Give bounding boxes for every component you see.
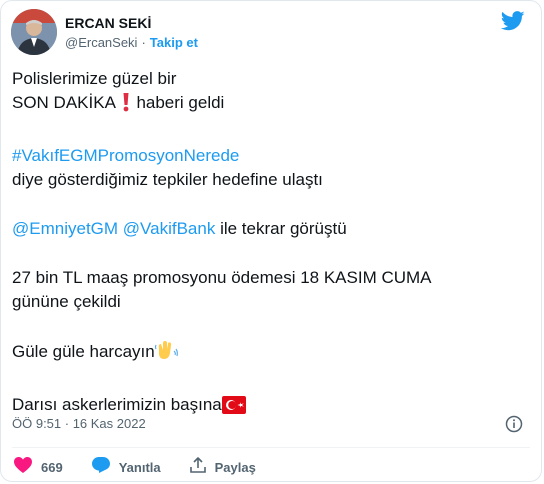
user-handle[interactable]: @ErcanSeki (65, 35, 137, 50)
tweet-actions: 669 Yanıtla Paylaş (13, 456, 284, 479)
tweet-header: ERCAN SEKİ @ErcanSeki · Takip et (11, 9, 531, 57)
share-label: Paylaş (214, 459, 256, 475)
reply-label: Yanıtla (118, 459, 161, 475)
divider (12, 447, 530, 448)
tweet-paragraph-4: 27 bin TL maaş promosyonu ödemesi 18 KAS… (12, 266, 532, 314)
tweet-text-fragment: ile tekrar görüştü (215, 219, 347, 238)
mention-emniyetgm[interactable]: @EmniyetGM (12, 219, 118, 238)
like-count: 669 (41, 459, 63, 475)
handle-row: @ErcanSeki · Takip et (65, 34, 198, 52)
share-icon (189, 456, 207, 479)
tweet-line: Güle güle harcayın (12, 342, 155, 361)
avatar-image (11, 9, 57, 55)
tweet-text: Polislerimize güzel bir SON DAKİKA haber… (12, 67, 532, 421)
tweet-line: diye gösterdiğimiz tepkiler hedefine ula… (12, 170, 323, 189)
tweet-card: ERCAN SEKİ @ErcanSeki · Takip et Polisleri… (0, 0, 542, 482)
tweet-paragraph-3: @EmniyetGM @VakifBank ile tekrar görüştü (12, 217, 532, 241)
reply-icon (91, 456, 111, 479)
user-names: ERCAN SEKİ @ErcanSeki · Takip et (65, 14, 198, 52)
tweet-paragraph-1: Polislerimize güzel bir SON DAKİKA haber… (12, 67, 532, 119)
display-name[interactable]: ERCAN SEKİ (65, 14, 198, 32)
exclamation-emoji-icon (120, 92, 132, 119)
breaking-news-text: SON DAKİKA (12, 93, 115, 112)
waving-hands-emoji-icon (154, 339, 179, 368)
tweet-line: 27 bin TL maaş promosyonu ödemesi 18 KAS… (12, 268, 432, 287)
tweet-text-fragment: haberi geldi (131, 93, 225, 112)
tweet-line: SON DAKİKA haberi geldi (12, 91, 532, 119)
tweet-paragraph-5: Güle güle harcayın (12, 339, 532, 368)
like-button[interactable]: 669 (13, 456, 63, 479)
heart-icon (13, 456, 33, 479)
tweet-timestamp[interactable]: ÖÖ 9:51 · 16 Kas 2022 (12, 416, 146, 431)
info-icon[interactable] (505, 415, 523, 438)
follow-button[interactable]: Takip et (150, 35, 198, 50)
twitter-bird-icon[interactable] (500, 11, 525, 36)
separator-dot: · (141, 35, 146, 50)
tweet-line: Polislerimize güzel bir (12, 69, 177, 88)
hashtag-link[interactable]: #VakıfEGMPromosyonNerede (12, 146, 239, 165)
reply-button[interactable]: Yanıtla (91, 456, 161, 479)
share-button[interactable]: Paylaş (189, 456, 256, 479)
tweet-line: Darısı askerlerimizin başına (12, 395, 222, 414)
mention-vakifbank[interactable]: @VakifBank (123, 219, 216, 238)
avatar[interactable] (11, 9, 57, 55)
turkey-flag-emoji-icon (221, 396, 246, 421)
tweet-line: gününe çekildi (12, 292, 121, 311)
tweet-paragraph-2: #VakıfEGMPromosyonNerede diye gösterdiği… (12, 144, 532, 192)
